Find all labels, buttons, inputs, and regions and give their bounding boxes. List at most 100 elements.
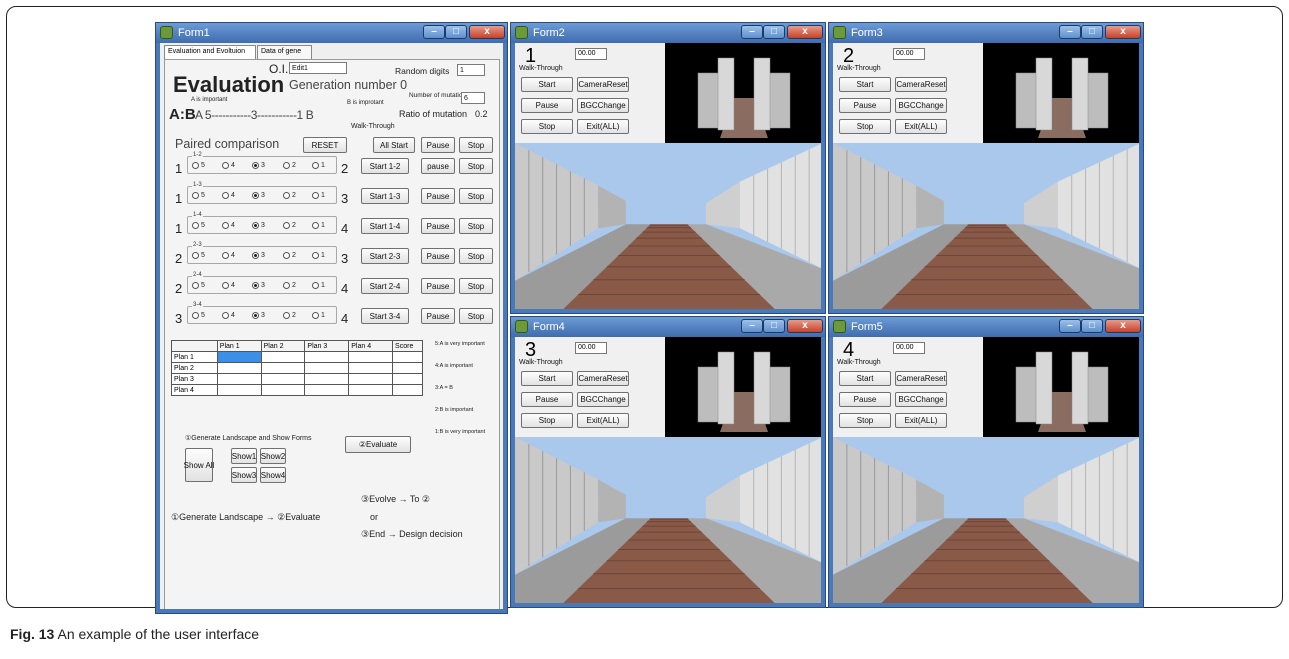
exit-all-button[interactable]: Exit(ALL)	[577, 119, 629, 134]
minimize-button[interactable]: –	[1059, 319, 1081, 333]
show2-button[interactable]: Show2	[260, 448, 286, 464]
table-cell[interactable]	[348, 351, 394, 363]
bgc-change-button[interactable]: BGCChange	[895, 98, 947, 113]
maximize-button[interactable]: □	[445, 25, 467, 39]
rating-radio[interactable]: 3	[252, 252, 265, 259]
pair-start-button[interactable]: Start 1-2	[361, 158, 409, 174]
rating-radio[interactable]: 1	[312, 252, 325, 259]
rating-radio[interactable]: 1	[312, 282, 325, 289]
start-button[interactable]: Start	[521, 77, 573, 92]
rating-radio[interactable]: 2	[283, 282, 296, 289]
pair-start-button[interactable]: Start 3-4	[361, 308, 409, 324]
pair-start-button[interactable]: Start 2-3	[361, 248, 409, 264]
maximize-button[interactable]: □	[1081, 319, 1103, 333]
table-cell[interactable]	[392, 362, 423, 374]
walk-through-view[interactable]	[515, 437, 821, 603]
rating-radio[interactable]: 5	[192, 222, 205, 229]
rating-radio[interactable]: 5	[192, 282, 205, 289]
rating-radio[interactable]: 5	[192, 252, 205, 259]
time-field[interactable]: 00.00	[575, 48, 607, 60]
table-cell[interactable]	[392, 351, 423, 363]
camera-reset-button[interactable]: CameraReset	[895, 77, 947, 92]
tab-gene-data[interactable]: Data of gene	[257, 45, 312, 59]
pair-start-button[interactable]: Start 1-3	[361, 188, 409, 204]
rating-radio[interactable]: 5	[192, 192, 205, 199]
show3-button[interactable]: Show3	[231, 467, 257, 483]
camera-reset-button[interactable]: CameraReset	[895, 371, 947, 386]
pause-button[interactable]: Pause	[839, 392, 891, 407]
stop-button[interactable]: Stop	[521, 119, 573, 134]
table-cell[interactable]	[260, 351, 306, 363]
rating-radio[interactable]: 5	[192, 162, 205, 169]
rating-radio[interactable]: 3	[252, 162, 265, 169]
walk-through-view[interactable]	[833, 437, 1139, 603]
rating-radio[interactable]: 4	[222, 252, 235, 259]
maximize-button[interactable]: □	[1081, 25, 1103, 39]
table-cell[interactable]	[260, 373, 306, 385]
table-cell[interactable]	[260, 362, 306, 374]
rating-radio[interactable]: 3	[252, 222, 265, 229]
rating-radio[interactable]: 2	[283, 222, 296, 229]
minimize-button[interactable]: –	[741, 25, 763, 39]
rating-radio[interactable]: 2	[283, 162, 296, 169]
table-cell[interactable]	[304, 373, 350, 385]
close-button[interactable]: x	[469, 25, 505, 39]
rating-radio[interactable]: 4	[222, 162, 235, 169]
pair-pause-button[interactable]: Pause	[421, 308, 455, 324]
pause-button[interactable]: Pause	[839, 98, 891, 113]
table-cell[interactable]	[348, 373, 394, 385]
exit-all-button[interactable]: Exit(ALL)	[577, 413, 629, 428]
rating-radio[interactable]: 2	[283, 312, 296, 319]
walk-through-view[interactable]	[515, 143, 821, 309]
camera-reset-button[interactable]: CameraReset	[577, 77, 629, 92]
random-digits-field[interactable]: 1	[457, 64, 485, 76]
table-cell[interactable]	[260, 384, 306, 396]
all-stop-button[interactable]: Stop	[459, 137, 493, 153]
stop-button[interactable]: Stop	[839, 413, 891, 428]
minimize-button[interactable]: –	[423, 25, 445, 39]
rating-radio[interactable]: 3	[252, 312, 265, 319]
rating-radio[interactable]: 4	[222, 222, 235, 229]
pair-pause-button[interactable]: Pause	[421, 218, 455, 234]
show4-button[interactable]: Show4	[260, 467, 286, 483]
mutation-number-field[interactable]: 6	[461, 92, 485, 104]
rating-radio[interactable]: 3	[252, 282, 265, 289]
minimize-button[interactable]: –	[1059, 25, 1081, 39]
table-cell[interactable]	[304, 362, 350, 374]
close-button[interactable]: x	[1105, 319, 1141, 333]
rating-radio[interactable]: 2	[283, 192, 296, 199]
all-start-button[interactable]: All Start	[373, 137, 415, 153]
reset-button[interactable]: RESET	[303, 137, 347, 153]
walk-titlebar[interactable]: Form2 – □ x	[511, 23, 825, 43]
rating-radio[interactable]: 1	[312, 162, 325, 169]
time-field[interactable]: 00.00	[893, 342, 925, 354]
rating-radio[interactable]: 5	[192, 312, 205, 319]
pair-stop-button[interactable]: Stop	[459, 278, 493, 294]
pair-stop-button[interactable]: Stop	[459, 248, 493, 264]
bgc-change-button[interactable]: BGCChange	[577, 392, 629, 407]
oi-field[interactable]: Edit1	[289, 62, 347, 74]
table-cell[interactable]	[304, 351, 350, 363]
pair-start-button[interactable]: Start 1-4	[361, 218, 409, 234]
table-cell[interactable]	[216, 384, 262, 396]
close-button[interactable]: x	[787, 319, 823, 333]
close-button[interactable]: x	[1105, 25, 1141, 39]
rating-radio[interactable]: 1	[312, 192, 325, 199]
table-cell[interactable]	[392, 373, 423, 385]
close-button[interactable]: x	[787, 25, 823, 39]
table-cell[interactable]	[348, 384, 394, 396]
pause-button[interactable]: Pause	[521, 392, 573, 407]
pair-pause-button[interactable]: Pause	[421, 248, 455, 264]
all-pause-button[interactable]: Pause	[421, 137, 455, 153]
bgc-change-button[interactable]: BGCChange	[895, 392, 947, 407]
stop-button[interactable]: Stop	[839, 119, 891, 134]
walk-titlebar[interactable]: Form4 – □ x	[511, 317, 825, 337]
pair-stop-button[interactable]: Stop	[459, 158, 493, 174]
rating-radio[interactable]: 4	[222, 192, 235, 199]
exit-all-button[interactable]: Exit(ALL)	[895, 119, 947, 134]
walk-through-view[interactable]	[833, 143, 1139, 309]
pair-stop-button[interactable]: Stop	[459, 218, 493, 234]
table-cell[interactable]	[216, 373, 262, 385]
camera-reset-button[interactable]: CameraReset	[577, 371, 629, 386]
start-button[interactable]: Start	[839, 77, 891, 92]
